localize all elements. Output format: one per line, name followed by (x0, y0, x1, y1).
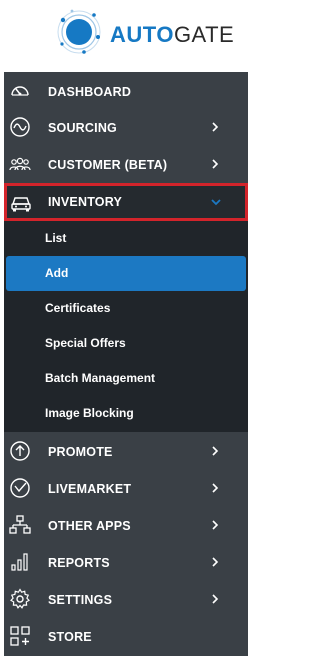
submenu-item-certificates[interactable]: Certificates (4, 291, 248, 326)
sidebar-item-store[interactable]: STORE (4, 618, 248, 655)
sidebar-item-label: SOURCING (48, 120, 117, 135)
sidebar-item-promote[interactable]: PROMOTE (4, 433, 248, 470)
chevron-right-icon (212, 446, 219, 456)
autogate-logo-icon (57, 9, 101, 54)
chevron-right-icon (212, 594, 219, 604)
chevron-right-icon (212, 520, 219, 530)
submenu-item-batch-management[interactable]: Batch Management (4, 361, 248, 396)
submenu-item-list[interactable]: List (4, 221, 248, 256)
submenu-item-label: Special Offers (45, 336, 126, 350)
sidebar-item-inventory[interactable]: INVENTORY (4, 183, 248, 221)
sidebar-item-dashboard[interactable]: DASHBOARD (4, 73, 248, 110)
sidebar-item-label: INVENTORY (48, 195, 123, 209)
submenu-item-special-offers[interactable]: Special Offers (4, 326, 248, 361)
sidebar-item-sourcing[interactable]: SOURCING (4, 109, 248, 146)
sidebar-item-label: DASHBOARD (48, 84, 132, 99)
brand-name-part1: AUTO (110, 22, 174, 47)
livemarket-icon (10, 478, 30, 498)
arrow-up-circle-icon (10, 441, 30, 461)
submenu-item-label: List (45, 231, 67, 245)
sidebar-item-livemarket[interactable]: LIVEMARKET (4, 470, 248, 507)
chevron-down-icon (211, 199, 221, 206)
sidebar-nav: DASHBOARD SOURCING CUSTOMER (BETA) INVEN… (4, 72, 248, 656)
users-icon (9, 157, 31, 171)
gear-icon (10, 588, 30, 609)
brand-name: AUTOGATE (110, 22, 234, 48)
submenu-item-label: Certificates (45, 301, 111, 315)
store-grid-icon (10, 626, 30, 646)
chevron-right-icon (212, 122, 219, 132)
sitemap-icon (9, 515, 31, 534)
submenu-item-label: Batch Management (45, 371, 156, 385)
sidebar-item-label: LIVEMARKET (48, 481, 132, 496)
submenu-item-add[interactable]: Add (6, 256, 246, 291)
brand-logo[interactable]: AUTOGATE (0, 0, 251, 70)
sidebar-item-customer-beta[interactable]: CUSTOMER (BETA) (4, 146, 248, 183)
bar-chart-icon (11, 553, 28, 571)
chevron-right-icon (212, 159, 219, 169)
sidebar-item-label: STORE (48, 629, 92, 644)
sidebar-item-label: PROMOTE (48, 444, 113, 459)
submenu-item-label: Add (45, 266, 69, 280)
sidebar-item-label: SETTINGS (48, 592, 113, 607)
submenu-item-label: Image Blocking (45, 406, 134, 420)
sidebar-item-other-apps[interactable]: OTHER APPS (4, 507, 248, 544)
submenu-item-image-blocking[interactable]: Image Blocking (4, 396, 248, 431)
sidebar-item-label: REPORTS (48, 555, 110, 570)
sidebar-item-settings[interactable]: SETTINGS (4, 581, 248, 618)
car-icon (11, 197, 31, 212)
chevron-right-icon (212, 483, 219, 493)
sidebar-item-reports[interactable]: REPORTS (4, 544, 248, 581)
sourcing-wave-icon (10, 117, 30, 137)
speedometer-icon (11, 86, 29, 96)
sidebar-item-label: OTHER APPS (48, 518, 131, 533)
chevron-right-icon (212, 557, 219, 567)
brand-name-part2: GATE (173, 22, 235, 47)
inventory-submenu: List Add Certificates Special Offers Bat… (4, 221, 248, 432)
sidebar-item-label: CUSTOMER (BETA) (48, 157, 168, 172)
